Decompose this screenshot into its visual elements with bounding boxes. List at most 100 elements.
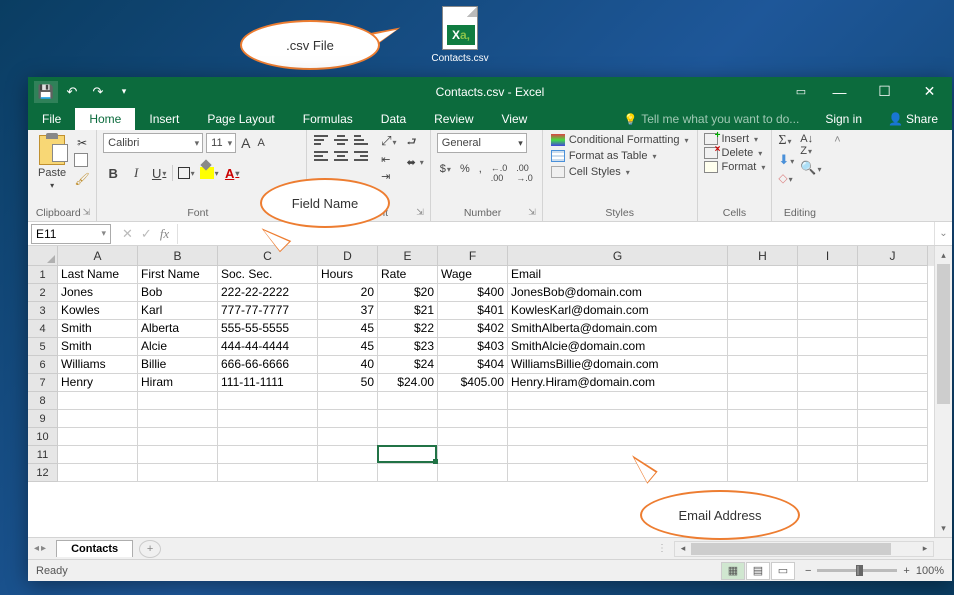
- normal-view-button[interactable]: ▦: [721, 562, 745, 580]
- cell[interactable]: [508, 428, 728, 446]
- cell[interactable]: 45: [318, 338, 378, 356]
- cell[interactable]: [318, 392, 378, 410]
- cell[interactable]: [218, 464, 318, 482]
- tab-formulas[interactable]: Formulas: [289, 108, 367, 130]
- cell[interactable]: [858, 392, 928, 410]
- cell[interactable]: $400: [438, 284, 508, 302]
- cell[interactable]: [138, 410, 218, 428]
- tab-split-handle[interactable]: ⋮: [651, 543, 674, 554]
- tab-home[interactable]: Home: [75, 108, 135, 130]
- cell[interactable]: [318, 428, 378, 446]
- cell[interactable]: Bob: [138, 284, 218, 302]
- cell[interactable]: [508, 446, 728, 464]
- cell[interactable]: WilliamsBillie@domain.com: [508, 356, 728, 374]
- orientation-button[interactable]: ⤢: [381, 133, 396, 149]
- cell[interactable]: Hours: [318, 266, 378, 284]
- sort-filter-button[interactable]: A↓Z: [800, 133, 821, 157]
- cell[interactable]: [858, 428, 928, 446]
- cell[interactable]: [858, 374, 928, 392]
- select-all-button[interactable]: [28, 246, 58, 266]
- align-top-button[interactable]: [313, 133, 329, 147]
- insert-function-button[interactable]: fx: [160, 226, 169, 242]
- number-format-combo[interactable]: General: [437, 133, 527, 153]
- cell[interactable]: [858, 338, 928, 356]
- cell[interactable]: KowlesKarl@domain.com: [508, 302, 728, 320]
- cell[interactable]: [138, 392, 218, 410]
- cell[interactable]: $20: [378, 284, 438, 302]
- cell[interactable]: [138, 464, 218, 482]
- cell[interactable]: [218, 410, 318, 428]
- cell[interactable]: [58, 464, 138, 482]
- cell[interactable]: Hiram: [138, 374, 218, 392]
- cell[interactable]: [858, 464, 928, 482]
- column-header-F[interactable]: F: [438, 246, 508, 266]
- format-as-table-button[interactable]: Format as Table: [549, 149, 691, 163]
- cell[interactable]: Last Name: [58, 266, 138, 284]
- cell[interactable]: [318, 410, 378, 428]
- cell[interactable]: [728, 464, 798, 482]
- cell[interactable]: [798, 320, 858, 338]
- cell[interactable]: First Name: [138, 266, 218, 284]
- cell[interactable]: [798, 410, 858, 428]
- cell[interactable]: [728, 284, 798, 302]
- cell[interactable]: [58, 410, 138, 428]
- row-header-5[interactable]: 5: [28, 338, 58, 356]
- italic-button[interactable]: I: [126, 163, 146, 183]
- column-header-D[interactable]: D: [318, 246, 378, 266]
- row-header-2[interactable]: 2: [28, 284, 58, 302]
- cell[interactable]: SmithAlcie@domain.com: [508, 338, 728, 356]
- cell[interactable]: 20: [318, 284, 378, 302]
- cell[interactable]: [798, 356, 858, 374]
- tab-file[interactable]: File: [28, 108, 75, 130]
- underline-button[interactable]: U: [149, 163, 169, 183]
- cell[interactable]: [58, 428, 138, 446]
- zoom-slider[interactable]: [817, 569, 897, 572]
- cell[interactable]: [728, 446, 798, 464]
- tab-insert[interactable]: Insert: [135, 108, 193, 130]
- cell[interactable]: 37: [318, 302, 378, 320]
- column-header-A[interactable]: A: [58, 246, 138, 266]
- cell[interactable]: $23: [378, 338, 438, 356]
- cell[interactable]: 555-55-5555: [218, 320, 318, 338]
- tab-data[interactable]: Data: [367, 108, 420, 130]
- font-color-button[interactable]: A: [222, 163, 242, 183]
- cell[interactable]: [378, 446, 438, 464]
- ribbon-display-options-button[interactable]: ▭: [785, 77, 817, 106]
- cell[interactable]: [728, 410, 798, 428]
- cell[interactable]: [728, 356, 798, 374]
- desktop-file-icon[interactable]: X Contacts.csv: [425, 6, 495, 64]
- cell[interactable]: 666-66-6666: [218, 356, 318, 374]
- alignment-launcher[interactable]: ⇲: [416, 207, 424, 218]
- vscroll-thumb[interactable]: [937, 264, 950, 404]
- cell[interactable]: [858, 356, 928, 374]
- cell[interactable]: [438, 410, 508, 428]
- cell[interactable]: [728, 302, 798, 320]
- copy-button[interactable]: [74, 153, 90, 169]
- column-header-I[interactable]: I: [798, 246, 858, 266]
- scroll-down-button[interactable]: ▾: [935, 519, 952, 537]
- cancel-formula-button[interactable]: ✕: [122, 226, 133, 242]
- cell[interactable]: [798, 302, 858, 320]
- format-cells-button[interactable]: Format: [704, 161, 766, 173]
- percent-button[interactable]: %: [457, 163, 473, 183]
- increase-indent-button[interactable]: ⇥: [381, 170, 396, 183]
- cell[interactable]: [858, 266, 928, 284]
- cell[interactable]: [138, 428, 218, 446]
- cell[interactable]: $404: [438, 356, 508, 374]
- zoom-in-button[interactable]: +: [903, 565, 909, 577]
- cell[interactable]: Email: [508, 266, 728, 284]
- align-bottom-button[interactable]: [353, 133, 369, 147]
- font-name-combo[interactable]: Calibri: [103, 133, 203, 153]
- number-launcher[interactable]: ⇲: [528, 207, 536, 218]
- cell[interactable]: [728, 320, 798, 338]
- cell[interactable]: 222-22-2222: [218, 284, 318, 302]
- cell[interactable]: Smith: [58, 320, 138, 338]
- new-sheet-button[interactable]: +: [139, 540, 161, 558]
- column-header-G[interactable]: G: [508, 246, 728, 266]
- conditional-formatting-button[interactable]: Conditional Formatting: [549, 133, 691, 147]
- merge-center-button[interactable]: ⬌: [407, 156, 424, 169]
- font-size-combo[interactable]: 11: [206, 133, 236, 153]
- row-header-8[interactable]: 8: [28, 392, 58, 410]
- bold-button[interactable]: B: [103, 163, 123, 183]
- row-header-6[interactable]: 6: [28, 356, 58, 374]
